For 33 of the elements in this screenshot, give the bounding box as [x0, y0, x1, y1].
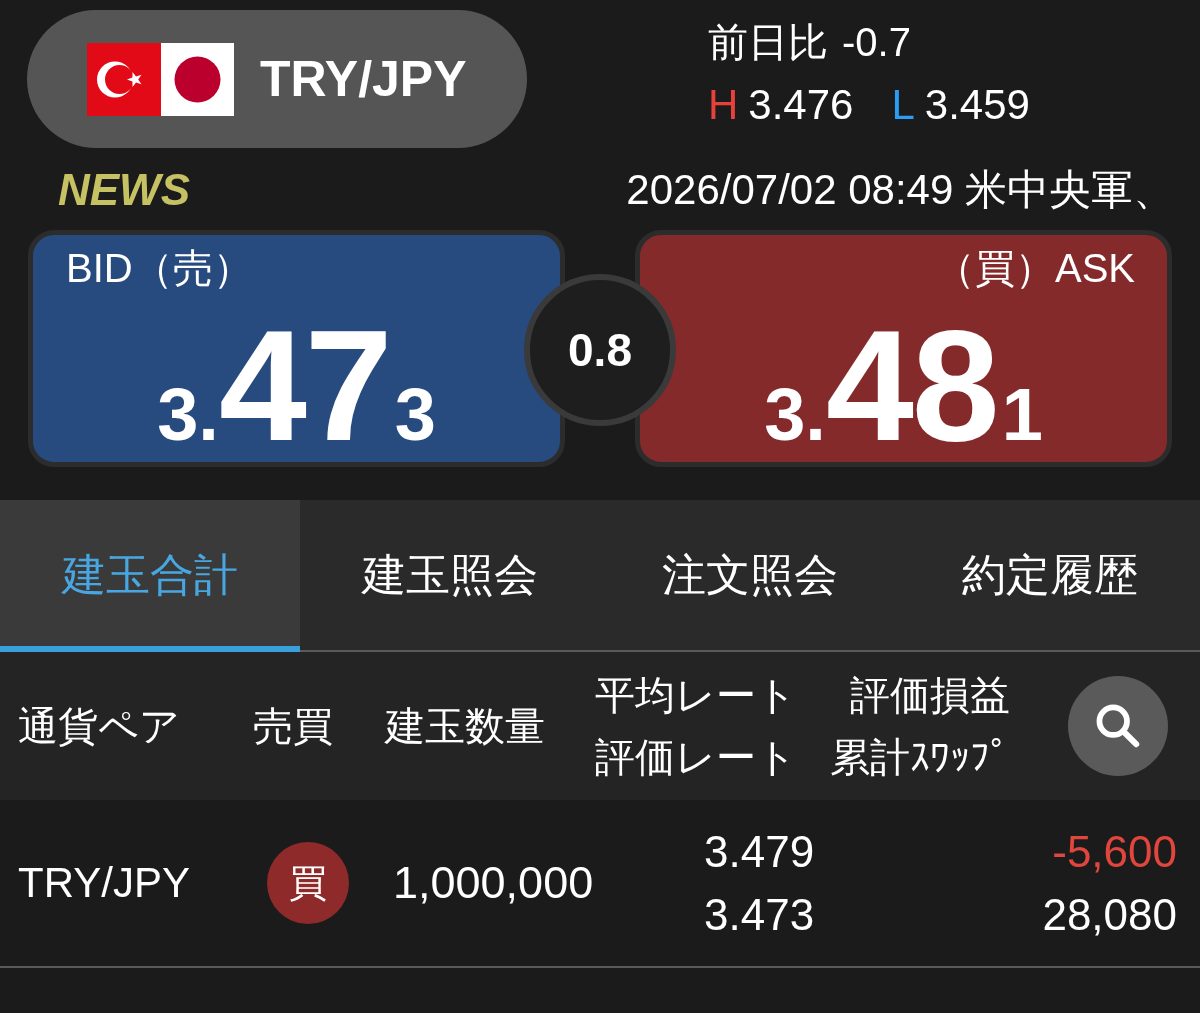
table-cell: 1,000,000: [393, 858, 594, 908]
quote-label: BID（売）: [66, 245, 253, 291]
news-headline[interactable]: 2026/07/02 08:49 米中央軍、: [626, 165, 1175, 215]
ask-button[interactable]: （買）ASK 3.481: [635, 230, 1172, 467]
column-header: 累計ｽﾜｯﾌﾟ: [830, 734, 1010, 781]
column-header: 評価レート: [595, 734, 797, 781]
range-value: 3.459: [924, 80, 1030, 130]
tab[interactable]: 建玉合計: [0, 500, 300, 652]
search-icon: [1096, 704, 1140, 748]
column-header: 通貨ペア: [18, 703, 180, 750]
table-cell-text: -5,600: [1052, 826, 1177, 878]
bid-price: 3.473: [157, 310, 436, 460]
currency-pair-selector[interactable]: TRY/JPY: [27, 10, 527, 148]
column-header: 建玉数量: [385, 703, 545, 750]
table-cell: TRY/JPY: [18, 858, 190, 908]
crescent-star-flag-icon: [87, 42, 161, 116]
table-cell-text: 3.479: [704, 826, 815, 878]
table-cell-text: 3.473: [704, 889, 815, 941]
column-header: 売買: [253, 703, 333, 750]
news-label: NEWS: [58, 165, 190, 215]
high-label: H: [708, 80, 739, 130]
ask-price: 3.481: [764, 310, 1043, 460]
bid-button[interactable]: BID（売） 3.473: [28, 230, 565, 467]
daily-change-label: 前日比: [708, 19, 828, 66]
disc-flag-icon: [161, 42, 234, 116]
low-label: L: [891, 80, 915, 130]
column-header: 平均レート: [595, 672, 797, 719]
table-cell-text: 28,080: [1042, 889, 1177, 941]
buy-badge: 買: [267, 842, 349, 924]
range-value: 3.476: [748, 80, 854, 130]
quote-label: （買）ASK: [934, 245, 1135, 291]
column-header: 評価損益: [850, 672, 1010, 719]
daily-change-value: -0.7: [842, 19, 911, 66]
